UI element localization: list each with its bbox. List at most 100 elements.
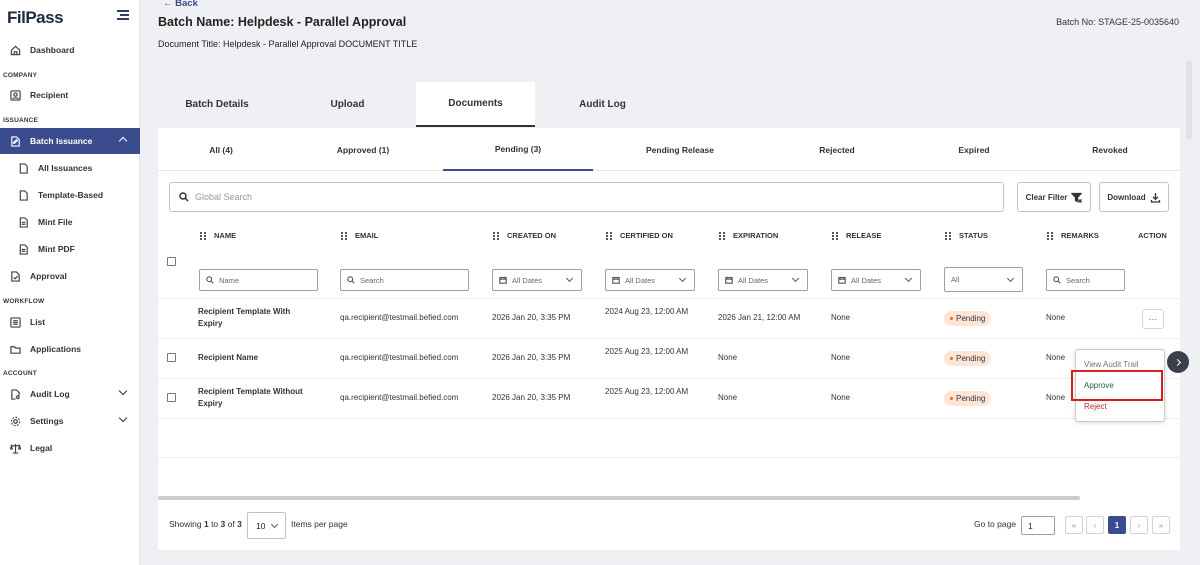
items-per-page-select[interactable]: 10 — [247, 512, 286, 539]
drag-handle-icon[interactable] — [719, 231, 725, 240]
vertical-scrollbar[interactable] — [1186, 60, 1192, 140]
expiration-filter[interactable]: All Dates — [718, 269, 808, 291]
subtab-pending-release[interactable]: Pending Release — [608, 128, 752, 171]
sidebar-item-mint-file[interactable]: Mint File — [0, 209, 140, 235]
sidebar-item-mint-pdf[interactable]: Mint PDF — [0, 236, 140, 262]
calendar-icon — [612, 276, 620, 284]
file-text-icon — [18, 243, 29, 255]
menu-toggle-icon[interactable] — [117, 10, 129, 20]
sidebar-section-issuance: ISSUANCE — [3, 117, 39, 124]
view-audit-trail-menu-item[interactable]: View Audit Trail — [1084, 360, 1139, 369]
download-icon — [1150, 192, 1160, 203]
approve-highlight-box — [1071, 370, 1163, 401]
sidebar-item-template-based[interactable]: Template-Based — [0, 182, 140, 208]
file-search-icon — [10, 388, 21, 400]
chevron-down-icon — [118, 413, 128, 423]
sidebar-item-recipient[interactable]: Recipient — [0, 82, 140, 108]
row-2-checkbox[interactable] — [167, 353, 176, 362]
column-header-name[interactable]: NAME — [200, 231, 236, 240]
name-filter-placeholder: Name — [219, 275, 240, 285]
row-2-name[interactable]: Recipient Name — [198, 352, 258, 364]
go-to-page-input[interactable]: 1 — [1021, 516, 1055, 535]
created-on-filter-value: All Dates — [512, 275, 543, 285]
row-divider — [158, 457, 1180, 458]
subtab-approved[interactable]: Approved (1) — [301, 128, 425, 171]
sidebar-item-batch-issuance[interactable]: Batch Issuance — [0, 128, 140, 154]
recipient-icon — [10, 89, 21, 101]
row-3-checkbox[interactable] — [167, 393, 176, 402]
row-divider — [158, 378, 1180, 379]
download-button[interactable]: Download — [1099, 182, 1169, 212]
drag-handle-icon[interactable] — [832, 231, 838, 240]
sidebar-item-applications[interactable]: Applications — [0, 336, 140, 362]
tab-batch-details[interactable]: Batch Details — [158, 82, 276, 127]
tab-documents[interactable]: Documents — [416, 82, 535, 127]
column-header-label: RELEASE — [846, 231, 882, 240]
select-all-checkbox[interactable] — [167, 257, 176, 266]
batch-number: Batch No: STAGE-25-0035640 — [1056, 17, 1179, 27]
sidebar-item-all-issuances[interactable]: All Issuances — [0, 155, 140, 181]
release-filter[interactable]: All Dates — [831, 269, 921, 291]
row-1-actions-button[interactable]: ··· — [1142, 309, 1164, 329]
scroll-right-button[interactable] — [1167, 351, 1189, 373]
drag-handle-icon[interactable] — [606, 231, 612, 240]
row-1-name[interactable]: Recipient Template With Expiry — [198, 306, 308, 330]
drag-handle-icon[interactable] — [1047, 231, 1053, 240]
items-per-page-value: 10 — [256, 520, 266, 531]
row-3-remarks: None — [1046, 393, 1066, 402]
last-page-button[interactable]: » — [1152, 516, 1170, 534]
first-page-button[interactable]: « — [1065, 516, 1083, 534]
subtab-all[interactable]: All (4) — [158, 128, 284, 171]
email-filter-input[interactable]: Search — [340, 269, 469, 291]
created-on-filter[interactable]: All Dates — [492, 269, 582, 291]
next-page-button[interactable]: › — [1130, 516, 1148, 534]
sidebar-item-audit-log[interactable]: Audit Log — [0, 381, 140, 407]
reject-menu-item[interactable]: Reject — [1084, 402, 1107, 411]
tab-upload[interactable]: Upload — [289, 82, 406, 127]
row-3-name[interactable]: Recipient Template Without Expiry — [198, 386, 313, 410]
drag-handle-icon[interactable] — [200, 231, 206, 240]
row-3-expiration: None — [718, 393, 738, 402]
subtab-expired[interactable]: Expired — [908, 128, 1040, 171]
sidebar-item-label: Mint PDF — [38, 244, 75, 254]
sidebar-item-list[interactable]: List — [0, 309, 140, 335]
tab-audit-log[interactable]: Audit Log — [543, 82, 662, 127]
column-header-email[interactable]: EMAIL — [341, 231, 378, 240]
subtab-rejected[interactable]: Rejected — [768, 128, 906, 171]
subtab-pending[interactable]: Pending (3) — [443, 128, 593, 171]
sidebar-item-label: List — [30, 317, 46, 327]
documents-panel: All (4) Approved (1) Pending (3) Pending… — [158, 128, 1180, 550]
drag-handle-icon[interactable] — [341, 231, 347, 240]
drag-handle-icon[interactable] — [945, 231, 951, 240]
clear-filter-button[interactable]: Clear Filter — [1017, 182, 1091, 212]
sidebar-item-approval[interactable]: Approval — [0, 263, 140, 289]
column-header-expiration[interactable]: EXPIRATION — [719, 231, 778, 240]
row-2-created: 2026 Jan 20, 3:35 PM — [492, 353, 571, 362]
row-1-expiration: 2026 Jan 21, 12:00 AM — [718, 313, 801, 322]
column-header-status[interactable]: STATUS — [945, 231, 988, 240]
sidebar-item-settings[interactable]: Settings — [0, 408, 140, 434]
chevron-down-icon — [1006, 274, 1015, 283]
name-filter-input[interactable]: Name — [199, 269, 318, 291]
column-header-created-on[interactable]: CREATED ON — [493, 231, 556, 240]
column-header-remarks[interactable]: REMARKS — [1047, 231, 1099, 240]
row-2-release: None — [831, 353, 851, 362]
status-filter-select[interactable]: All — [944, 267, 1023, 292]
certified-on-filter[interactable]: All Dates — [605, 269, 695, 291]
remarks-filter-input[interactable]: Search — [1046, 269, 1125, 291]
folder-icon — [10, 344, 21, 355]
sidebar-item-dashboard[interactable]: Dashboard — [0, 37, 140, 63]
previous-page-button[interactable]: ‹ — [1086, 516, 1104, 534]
back-link[interactable]: ← Back — [163, 0, 198, 9]
drag-handle-icon[interactable] — [493, 231, 499, 240]
sidebar-item-legal[interactable]: Legal — [0, 435, 140, 461]
column-header-label: STATUS — [959, 231, 988, 240]
subtab-revoked[interactable]: Revoked — [1044, 128, 1176, 171]
global-search-input[interactable]: Global Search — [169, 182, 1004, 212]
column-header-action: ACTION — [1138, 231, 1167, 240]
column-header-certified-on[interactable]: CERTIFIED ON — [606, 231, 673, 240]
remarks-filter-placeholder: Search — [1066, 275, 1090, 285]
page-1-button[interactable]: 1 — [1108, 516, 1126, 534]
column-header-release[interactable]: RELEASE — [832, 231, 881, 240]
horizontal-scrollbar[interactable] — [158, 496, 1080, 500]
